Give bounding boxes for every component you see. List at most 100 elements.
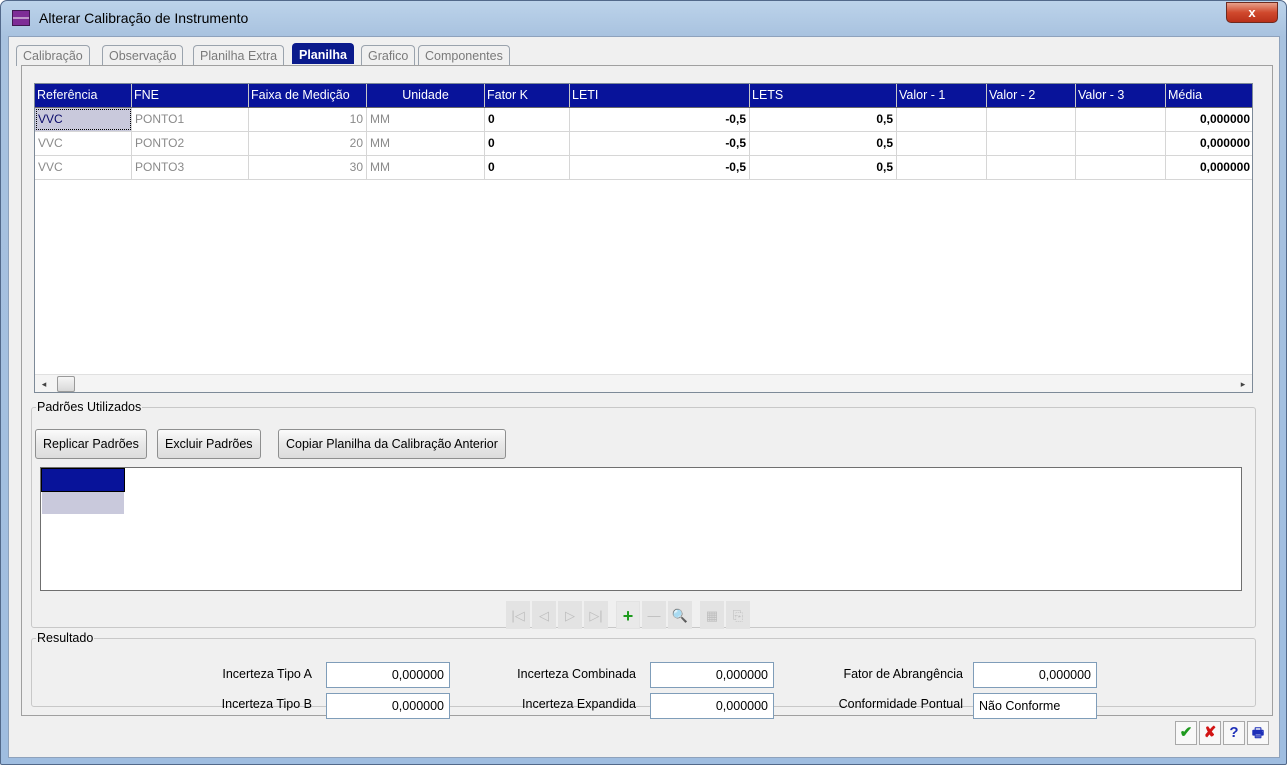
first-record-icon[interactable]: |◁ — [506, 601, 530, 629]
next-record-icon[interactable]: ▷ — [558, 601, 582, 629]
delete-record-icon[interactable]: — — [642, 601, 666, 629]
cell-fator-k[interactable]: 0 — [485, 156, 570, 179]
incerteza-tipo-a-field[interactable]: 0,000000 — [326, 662, 450, 688]
title-bar[interactable]: Alterar Calibração de Instrumento x — [1, 1, 1286, 37]
close-button[interactable]: x — [1226, 2, 1278, 23]
cell-unidade[interactable]: MM — [367, 156, 485, 179]
cell-valor-2[interactable] — [987, 156, 1076, 179]
search-icon[interactable]: 🔍 — [668, 601, 692, 629]
conformidade-pontual-label: Conformidade Pontual — [838, 697, 963, 711]
cell-lets[interactable]: 0,5 — [750, 156, 897, 179]
table-row[interactable]: VVC PONTO1 10 MM 0 -0,5 0,5 0,000000 — [35, 108, 1252, 132]
cell-valor-3[interactable] — [1076, 108, 1166, 131]
cancel-icon[interactable]: ✘ — [1199, 721, 1221, 745]
tab-calibracao[interactable]: Calibração — [16, 45, 90, 66]
standards-group: Padrões Utilizados Replicar Padrões Excl… — [31, 400, 1256, 630]
conformidade-pontual-field[interactable]: Não Conforme — [973, 693, 1097, 719]
incerteza-combinada-label: Incerteza Combinada — [517, 667, 636, 681]
cell-valor-1[interactable] — [897, 156, 987, 179]
planilha-panel: Referência FNE Faixa de Medição Unidade … — [21, 65, 1273, 719]
scroll-right-icon[interactable]: ▸ — [1236, 377, 1250, 391]
cell-valor-3[interactable] — [1076, 132, 1166, 155]
cell-media[interactable]: 0,000000 — [1166, 132, 1252, 155]
col-header-unidade[interactable]: Unidade — [367, 84, 485, 107]
result-legend: Resultado — [37, 631, 94, 645]
standards-grid[interactable] — [40, 467, 1242, 591]
last-record-icon[interactable]: ▷| — [584, 601, 608, 629]
cell-fator-k[interactable]: 0 — [485, 108, 570, 131]
help-icon[interactable]: ? — [1223, 721, 1245, 745]
cell-fne[interactable]: PONTO2 — [132, 132, 249, 155]
cell-leti[interactable]: -0,5 — [570, 156, 750, 179]
tab-observacao[interactable]: Observação — [102, 45, 184, 66]
cell-leti[interactable]: -0,5 — [570, 132, 750, 155]
window-title: Alterar Calibração de Instrumento — [39, 10, 249, 26]
export-icon[interactable]: ⎘ — [726, 601, 750, 629]
cell-valor-1[interactable] — [897, 132, 987, 155]
cell-valor-1[interactable] — [897, 108, 987, 131]
app-icon — [12, 10, 30, 26]
col-header-referencia[interactable]: Referência — [35, 84, 132, 107]
col-header-lets[interactable]: LETS — [750, 84, 897, 107]
cell-valor-3[interactable] — [1076, 156, 1166, 179]
cell-faixa[interactable]: 30 — [249, 156, 367, 179]
col-header-valor-3[interactable]: Valor - 3 — [1076, 84, 1166, 107]
table-row[interactable]: VVC PONTO2 20 MM 0 -0,5 0,5 0,000000 — [35, 132, 1252, 156]
horizontal-scrollbar[interactable]: ◂ ▸ — [35, 374, 1252, 392]
incerteza-tipo-b-label: Incerteza Tipo B — [221, 697, 312, 711]
incerteza-tipo-b-field[interactable]: 0,000000 — [326, 693, 450, 719]
confirm-icon[interactable]: ✔ — [1175, 721, 1197, 745]
cell-lets[interactable]: 0,5 — [750, 132, 897, 155]
cell-referencia[interactable]: VVC — [35, 132, 132, 155]
incerteza-expandida-field[interactable]: 0,000000 — [650, 693, 774, 719]
add-record-icon[interactable]: + — [616, 601, 640, 629]
dialog-actions: ✔ ✘ ? 🖶 — [1175, 721, 1269, 745]
delete-standards-button[interactable]: Excluir Padrões — [157, 429, 261, 459]
col-header-valor-2[interactable]: Valor - 2 — [987, 84, 1076, 107]
tab-grafico[interactable]: Grafico — [361, 45, 416, 66]
grid-header: Referência FNE Faixa de Medição Unidade … — [35, 84, 1252, 108]
standards-grid-header[interactable] — [41, 468, 125, 492]
table-row[interactable]: VVC PONTO3 30 MM 0 -0,5 0,5 0,000000 — [35, 156, 1252, 180]
incerteza-expandida-label: Incerteza Expandida — [522, 697, 636, 711]
cell-media[interactable]: 0,000000 — [1166, 156, 1252, 179]
grid-view-icon[interactable]: ▦ — [700, 601, 724, 629]
cell-fator-k[interactable]: 0 — [485, 132, 570, 155]
scroll-thumb[interactable] — [57, 376, 75, 392]
cell-referencia[interactable]: VVC — [35, 108, 132, 131]
calibration-grid[interactable]: Referência FNE Faixa de Medição Unidade … — [34, 83, 1253, 393]
cell-valor-2[interactable] — [987, 132, 1076, 155]
record-navigator: |◁ ◁ ▷ ▷| + — 🔍 ▦ ⎘ — [506, 600, 750, 630]
prior-record-icon[interactable]: ◁ — [532, 601, 556, 629]
col-header-faixa[interactable]: Faixa de Medição — [249, 84, 367, 107]
incerteza-tipo-a-label: Incerteza Tipo A — [222, 667, 312, 681]
cell-unidade[interactable]: MM — [367, 132, 485, 155]
cell-lets[interactable]: 0,5 — [750, 108, 897, 131]
standards-legend: Padrões Utilizados — [37, 400, 142, 414]
tab-planilha[interactable]: Planilha — [292, 43, 354, 64]
cell-fne[interactable]: PONTO3 — [132, 156, 249, 179]
col-header-media[interactable]: Média — [1166, 84, 1252, 107]
cell-valor-2[interactable] — [987, 108, 1076, 131]
cell-faixa[interactable]: 10 — [249, 108, 367, 131]
replicate-standards-button[interactable]: Replicar Padrões — [35, 429, 147, 459]
tab-componentes[interactable]: Componentes — [418, 45, 510, 66]
cell-fne[interactable]: PONTO1 — [132, 108, 249, 131]
col-header-valor-1[interactable]: Valor - 1 — [897, 84, 987, 107]
print-icon[interactable]: 🖶 — [1247, 721, 1269, 745]
client-area: Calibração Observação Planilha Extra Pla… — [8, 36, 1280, 758]
scroll-left-icon[interactable]: ◂ — [37, 377, 51, 391]
tab-planilha-extra[interactable]: Planilha Extra — [193, 45, 285, 66]
cell-media[interactable]: 0,000000 — [1166, 108, 1252, 131]
standards-grid-row[interactable] — [42, 492, 124, 514]
cell-faixa[interactable]: 20 — [249, 132, 367, 155]
col-header-fne[interactable]: FNE — [132, 84, 249, 107]
col-header-leti[interactable]: LETI — [570, 84, 750, 107]
cell-unidade[interactable]: MM — [367, 108, 485, 131]
cell-referencia[interactable]: VVC — [35, 156, 132, 179]
incerteza-combinada-field[interactable]: 0,000000 — [650, 662, 774, 688]
col-header-fator-k[interactable]: Fator K — [485, 84, 570, 107]
copy-previous-sheet-button[interactable]: Copiar Planilha da Calibração Anterior — [278, 429, 506, 459]
cell-leti[interactable]: -0,5 — [570, 108, 750, 131]
fator-abrangencia-field[interactable]: 0,000000 — [973, 662, 1097, 688]
